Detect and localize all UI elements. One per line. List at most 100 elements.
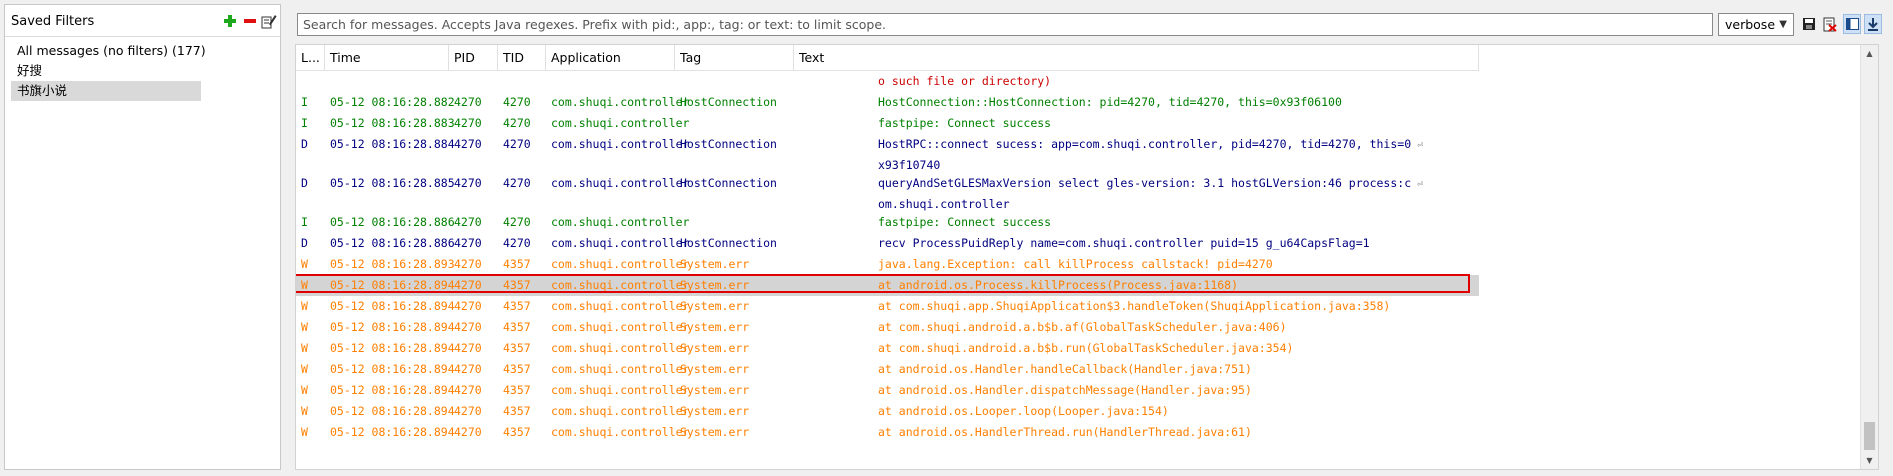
log-time-cell: 05-12 08:16:28.894 [330, 320, 455, 334]
log-level-cell: I [301, 215, 308, 229]
log-time-cell: 05-12 08:16:28.893 [330, 257, 455, 271]
log-time-cell: 05-12 08:16:28.883 [330, 116, 455, 130]
log-tid-cell: 4270 [503, 236, 531, 250]
log-tid-cell: 4357 [503, 362, 531, 376]
filter-item-shuqi-xiaoshuo[interactable]: 书旗小说 [11, 81, 201, 101]
log-tag-cell: System.err [680, 278, 750, 292]
log-row[interactable]: W 05-12 08:16:28.894 4270 4357 com.shuqi.con… [296, 317, 1479, 338]
log-time-cell: 05-12 08:16:28.894 [330, 278, 455, 292]
log-row[interactable]: W 05-12 08:16:28.894 4270 4357 com.shuqi.con… [296, 275, 1479, 296]
log-pid-cell: 4270 [454, 383, 482, 397]
log-text-cell: fastpipe: Connect success [873, 212, 1479, 233]
log-row[interactable]: D 05-12 08:16:28.884 4270 4270 com.shuqi.con… [296, 134, 1479, 173]
log-row[interactable]: D 05-12 08:16:28.885 4270 4270 com.shuqi.con… [296, 173, 1479, 212]
log-text-cell: o such file or directory) [873, 71, 1479, 92]
panel-toggle-icon[interactable] [1843, 14, 1861, 34]
log-time-cell: 05-12 08:16:28.886 [330, 236, 455, 250]
log-text-cell: fastpipe: Connect success [873, 113, 1479, 134]
log-tid-cell: 4270 [503, 176, 531, 190]
log-pid-cell: 4270 [454, 137, 482, 151]
log-level-cell: W [301, 383, 308, 397]
column-header-time[interactable]: Time [325, 45, 449, 70]
vertical-scrollbar[interactable]: ▲ ▼ [1860, 45, 1878, 469]
log-text-cell: HostConnection::HostConnection: pid=4270… [873, 92, 1479, 113]
log-application-cell: com.shuqi.controller [551, 362, 690, 376]
log-row[interactable]: I 05-12 08:16:28.883 4270 4270 com.shuqi.con… [296, 113, 1479, 134]
log-row[interactable]: D 05-12 08:16:28.886 4270 4270 com.shuqi.con… [296, 233, 1479, 254]
column-header-level[interactable]: L... [296, 45, 325, 70]
log-pid-cell: 4270 [454, 299, 482, 313]
chevron-down-icon: ▼ [1779, 19, 1787, 30]
clear-log-icon[interactable] [1821, 14, 1839, 34]
column-header-tid[interactable]: TID [498, 45, 546, 70]
log-text-line: recv ProcessPuidReply name=com.shuqi.con… [878, 236, 1370, 250]
log-tag-cell: HostConnection [680, 95, 777, 109]
minus-icon[interactable] [242, 13, 258, 29]
column-header-pid[interactable]: PID [449, 45, 498, 70]
log-level-select[interactable]: verbose ▼ [1718, 13, 1794, 36]
log-text-line: fastpipe: Connect success [878, 116, 1052, 130]
log-application-cell: com.shuqi.controller [551, 278, 690, 292]
log-tag-cell: System.err [680, 383, 750, 397]
log-tag-cell: System.err [680, 362, 750, 376]
log-row[interactable]: I 05-12 08:16:28.882 4270 4270 com.shuqi.con… [296, 92, 1479, 113]
log-application-cell: com.shuqi.controller [551, 137, 690, 151]
log-text-line: fastpipe: Connect success [878, 215, 1052, 229]
log-row[interactable]: o such file or directory) [296, 71, 1479, 92]
log-pid-cell: 4270 [454, 95, 482, 109]
log-text-cell: at android.os.Looper.loop(Looper.java:15… [873, 401, 1479, 422]
plus-icon[interactable] [222, 13, 238, 29]
column-header-application[interactable]: Application [546, 45, 675, 70]
log-tag-cell: HostConnection [680, 176, 777, 190]
log-row[interactable]: W 05-12 08:16:28.894 4270 4357 com.shuqi.con… [296, 422, 1479, 443]
log-time-cell: 05-12 08:16:28.885 [330, 176, 455, 190]
scrollbar-thumb[interactable] [1864, 422, 1875, 450]
log-tag-cell [675, 71, 680, 92]
column-header-text[interactable]: Text [794, 45, 1479, 70]
filter-item-all-messages[interactable]: All messages (no filters) (177) [11, 41, 206, 61]
log-text-line: x93f10740 [878, 158, 941, 172]
log-text-cell: recv ProcessPuidReply name=com.shuqi.con… [873, 233, 1479, 254]
log-row[interactable]: W 05-12 08:16:28.894 4270 4357 com.shuqi.con… [296, 296, 1479, 317]
log-application-cell: com.shuqi.controller [551, 383, 690, 397]
log-row[interactable]: W 05-12 08:16:28.894 4270 4357 com.shuqi.con… [296, 401, 1479, 422]
log-tid-cell: 4270 [503, 116, 531, 130]
log-time-cell: 05-12 08:16:28.882 [330, 95, 455, 109]
log-row[interactable]: W 05-12 08:16:28.894 4270 4357 com.shuqi.con… [296, 338, 1479, 359]
log-pid-cell: 4270 [454, 425, 482, 439]
filter-item-haosou[interactable]: 好搜 [11, 61, 201, 81]
scroll-up-arrow-icon[interactable]: ▲ [1861, 45, 1878, 62]
scroll-down-arrow-icon[interactable]: ▼ [1861, 452, 1878, 469]
log-tag-cell: HostConnection [680, 137, 777, 151]
log-row[interactable]: W 05-12 08:16:28.894 4270 4357 com.shuqi.con… [296, 380, 1479, 401]
log-text-cell: at com.shuqi.android.a.b$b.af(GlobalTask… [873, 317, 1479, 338]
log-tag-cell [675, 113, 680, 134]
log-text-cell: at android.os.HandlerThread.run(HandlerT… [873, 422, 1479, 443]
log-row[interactable]: I 05-12 08:16:28.886 4270 4270 com.shuqi.con… [296, 212, 1479, 233]
edit-icon[interactable] [261, 13, 277, 29]
log-tid-cell: 4357 [503, 278, 531, 292]
save-icon[interactable] [1800, 14, 1818, 34]
log-level-cell: W [301, 404, 308, 418]
log-application-cell: com.shuqi.controller [551, 320, 690, 334]
log-time-cell: 05-12 08:16:28.894 [330, 425, 455, 439]
logcat-table-header: L... Time PID TID Application Tag Text [296, 45, 1479, 71]
search-input[interactable] [297, 13, 1713, 36]
saved-filters-title: Saved Filters [11, 14, 95, 29]
log-time-cell: 05-12 08:16:28.894 [330, 299, 455, 313]
log-tid-cell: 4357 [503, 320, 531, 334]
log-row[interactable]: W 05-12 08:16:28.894 4270 4357 com.shuqi.con… [296, 359, 1479, 380]
log-level-cell: I [301, 95, 308, 109]
log-text-cell: HostRPC::connect sucess: app=com.shuqi.c… [873, 134, 1479, 176]
log-text-line: at com.shuqi.android.a.b$b.af(GlobalTask… [878, 320, 1287, 334]
log-level-cell: W [301, 320, 308, 334]
column-header-tag[interactable]: Tag [675, 45, 794, 70]
log-row[interactable]: W 05-12 08:16:28.893 4270 4357 com.shuqi.con… [296, 254, 1479, 275]
scroll-to-end-icon[interactable] [1864, 14, 1882, 34]
log-tid-cell: 4357 [503, 299, 531, 313]
log-tid-cell: 4357 [503, 257, 531, 271]
log-tid-cell: 4357 [503, 341, 531, 355]
log-application-cell: com.shuqi.controller [551, 299, 690, 313]
log-text-cell: at com.shuqi.app.ShuqiApplication$3.hand… [873, 296, 1479, 317]
log-tid-cell: 4357 [503, 383, 531, 397]
